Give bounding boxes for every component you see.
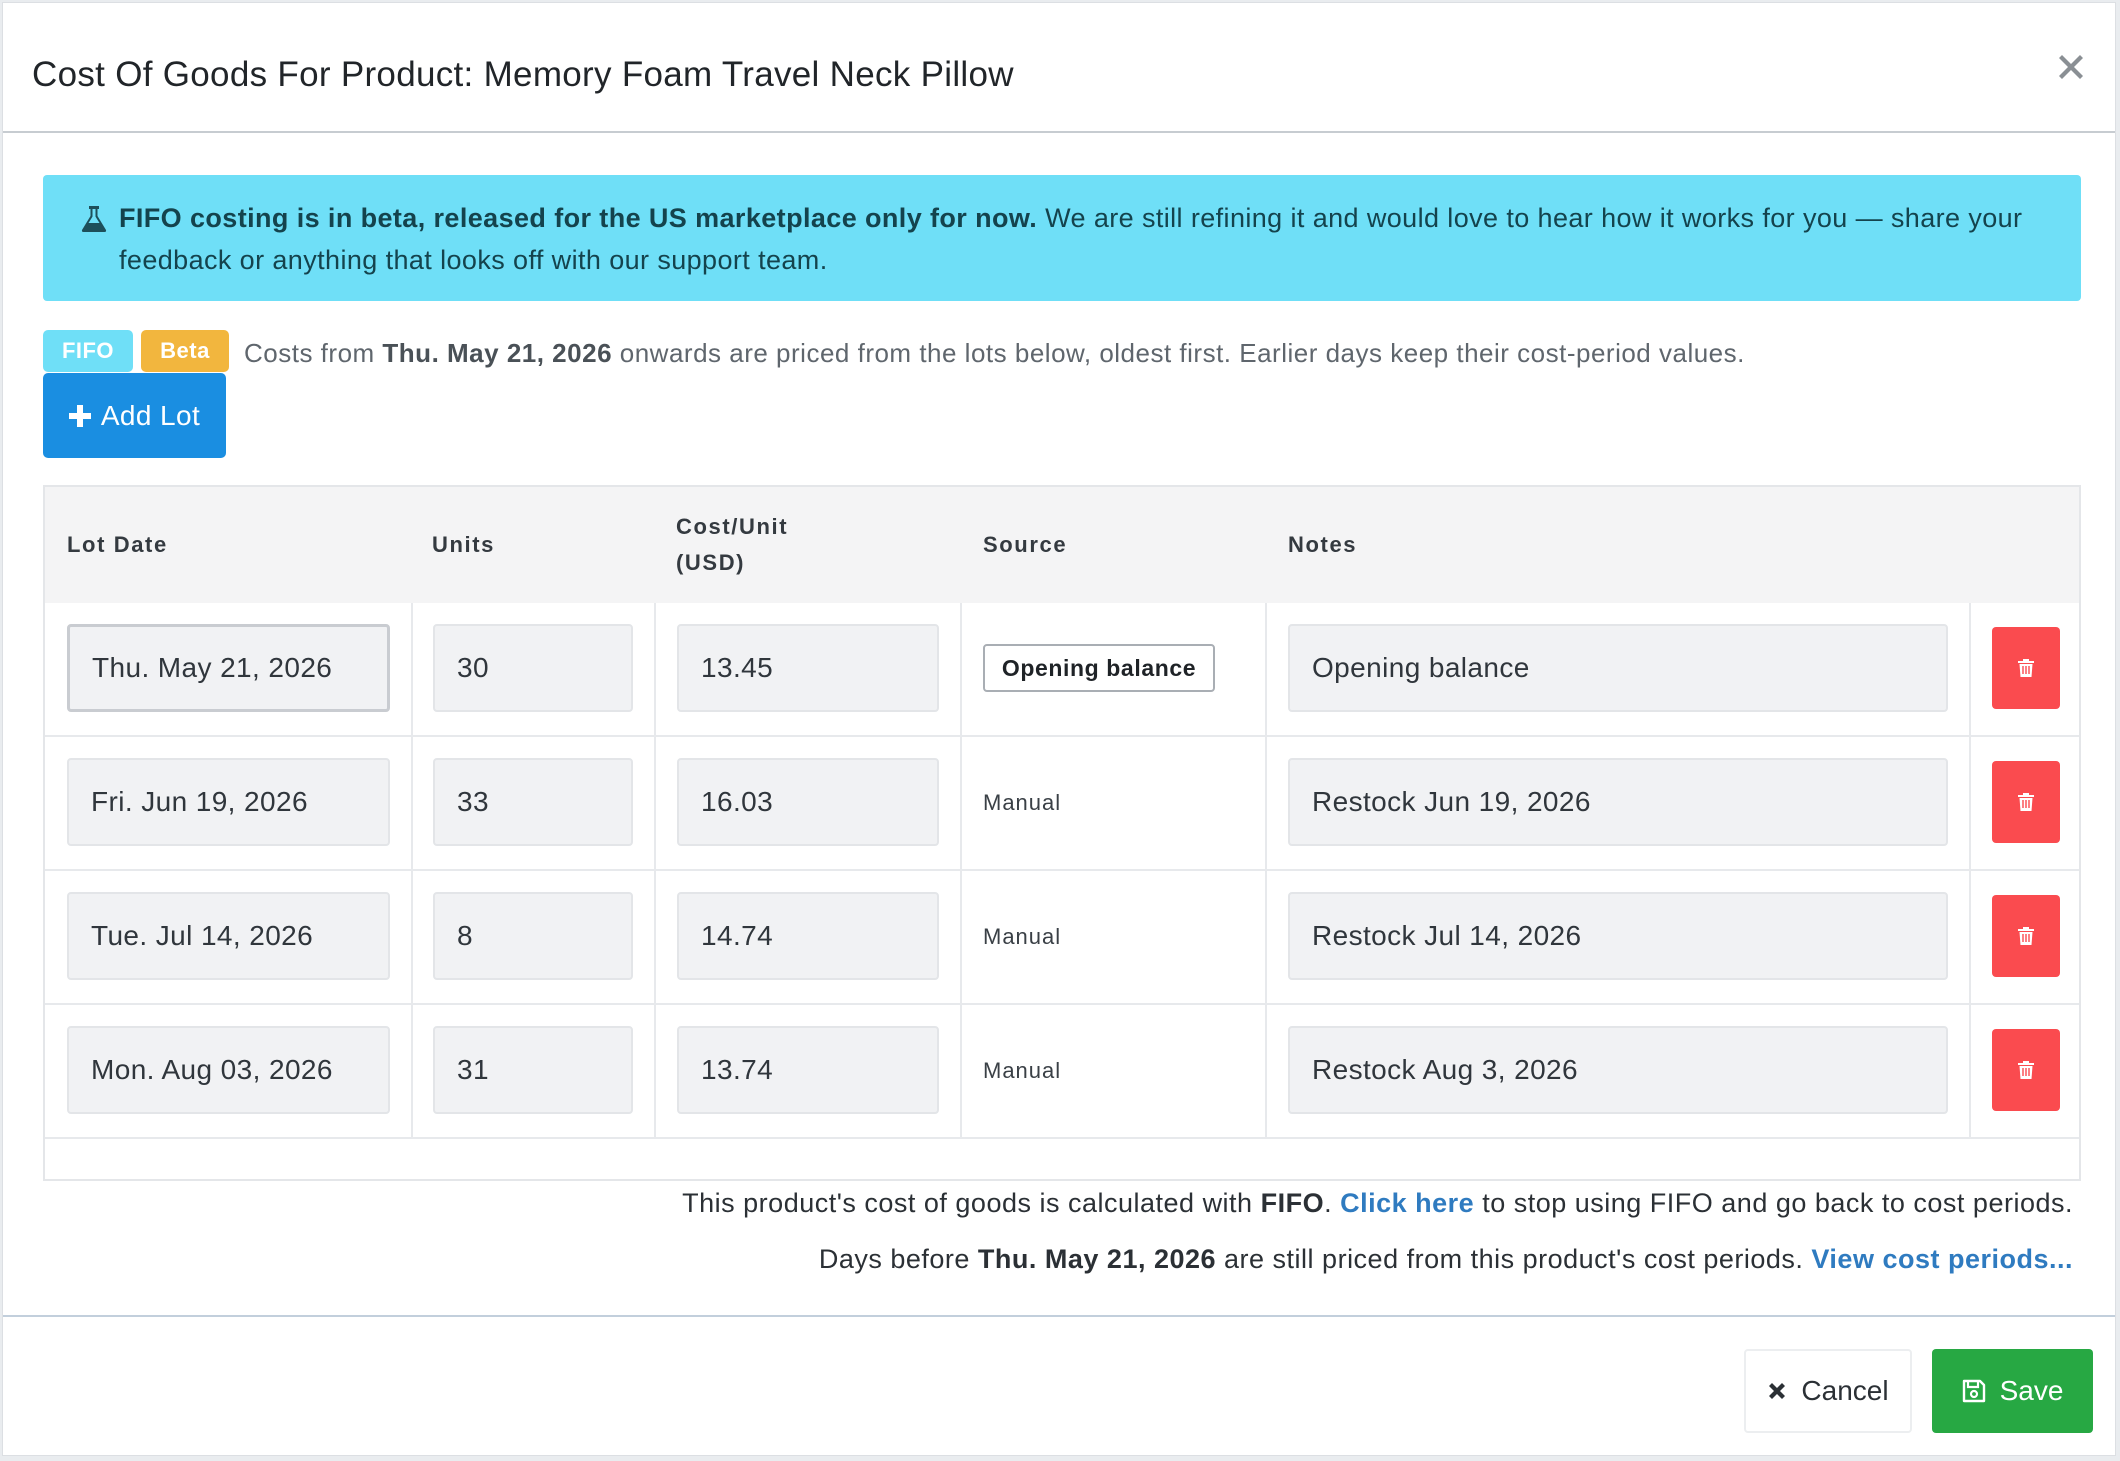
fifo-method-note: This product's cost of goods is calculat… bbox=[682, 1183, 2073, 1223]
cost-unit-field[interactable] bbox=[677, 892, 939, 980]
add-lot-button[interactable]: Add Lot bbox=[43, 373, 226, 458]
plus-icon bbox=[68, 404, 91, 427]
trash-icon bbox=[2018, 659, 2034, 677]
method-note-prefix: This product's cost of goods is calculat… bbox=[682, 1188, 1261, 1218]
cost-periods-note: Days before Thu. May 21, 2026 are still … bbox=[819, 1239, 2073, 1279]
trash-icon bbox=[2018, 1061, 2034, 1079]
method-note-suffix: to stop using FIFO and go back to cost p… bbox=[1474, 1188, 2073, 1218]
alert-bold-text: FIFO costing is in beta, released for th… bbox=[119, 203, 1038, 233]
units-field[interactable] bbox=[433, 892, 633, 980]
notes-field[interactable] bbox=[1288, 1026, 1948, 1114]
save-label: Save bbox=[1999, 1375, 2064, 1406]
modal-header: Cost Of Goods For Product: Memory Foam T… bbox=[3, 3, 2115, 133]
close-icon[interactable] bbox=[2053, 49, 2089, 85]
fifo-info-text: Costs from Thu. May 21, 2026 onwards are… bbox=[244, 333, 1745, 373]
info-suffix: onwards are priced from the lots below, … bbox=[612, 338, 1745, 368]
info-prefix: Costs from bbox=[244, 338, 383, 368]
info-date: Thu. May 21, 2026 bbox=[382, 338, 613, 368]
delete-lot-button[interactable] bbox=[1992, 761, 2060, 843]
header-notes: Notes bbox=[1288, 532, 1358, 557]
periods-note-mid: are still priced from this product's cos… bbox=[1216, 1244, 1812, 1274]
source-badge: Opening balance bbox=[983, 644, 1215, 692]
notes-field[interactable] bbox=[1288, 892, 1948, 980]
table-row: Manual bbox=[45, 737, 2079, 871]
source-text: Manual bbox=[983, 1058, 1062, 1083]
delete-lot-button[interactable] bbox=[1992, 627, 2060, 709]
lot-date-field[interactable] bbox=[67, 1026, 390, 1114]
trash-icon bbox=[2018, 793, 2034, 811]
beta-alert: FIFO costing is in beta, released for th… bbox=[43, 175, 2081, 301]
trash-icon bbox=[2018, 927, 2034, 945]
add-lot-label: Add Lot bbox=[100, 399, 201, 431]
table-header: Lot Date Units Cost/Unit (USD) Source No… bbox=[45, 487, 2079, 603]
units-field[interactable] bbox=[433, 624, 633, 712]
cancel-label: Cancel bbox=[1801, 1375, 1889, 1406]
cost-unit-field[interactable] bbox=[677, 758, 939, 846]
periods-note-date: Thu. May 21, 2026 bbox=[977, 1244, 1217, 1274]
header-source: Source bbox=[983, 532, 1068, 557]
fifo-badge: FIFO bbox=[43, 330, 133, 372]
times-icon bbox=[1769, 1383, 1786, 1399]
lot-date-field[interactable] bbox=[67, 892, 390, 980]
method-name: FIFO bbox=[1260, 1188, 1325, 1218]
stop-fifo-link[interactable]: Click here bbox=[1340, 1188, 1474, 1218]
header-cost-unit-line2: (USD) bbox=[676, 550, 746, 575]
cost-unit-field[interactable] bbox=[677, 624, 939, 712]
notes-field[interactable] bbox=[1288, 624, 1948, 712]
view-cost-periods-link[interactable]: View cost periods... bbox=[1811, 1244, 2073, 1274]
save-button[interactable]: Save bbox=[1932, 1349, 2093, 1433]
beta-badge: Beta bbox=[141, 330, 229, 372]
cost-of-goods-modal: Cost Of Goods For Product: Memory Foam T… bbox=[2, 2, 2116, 1456]
method-note-mid: . bbox=[1324, 1188, 1341, 1218]
lot-date-field[interactable] bbox=[67, 624, 390, 712]
source-text: Manual bbox=[983, 790, 1062, 815]
flask-icon bbox=[81, 206, 107, 232]
units-field[interactable] bbox=[433, 1026, 633, 1114]
modal-title: Cost Of Goods For Product: Memory Foam T… bbox=[32, 55, 1014, 94]
delete-lot-button[interactable] bbox=[1992, 1029, 2060, 1111]
delete-lot-button[interactable] bbox=[1992, 895, 2060, 977]
periods-note-prefix: Days before bbox=[818, 1244, 978, 1274]
header-lot-date: Lot Date bbox=[67, 532, 168, 557]
source-text: Manual bbox=[983, 924, 1062, 949]
lots-table: Lot Date Units Cost/Unit (USD) Source No… bbox=[43, 485, 2081, 1181]
cancel-button[interactable]: Cancel bbox=[1744, 1349, 1912, 1433]
notes-field[interactable] bbox=[1288, 758, 1948, 846]
units-field[interactable] bbox=[433, 758, 633, 846]
lot-date-field[interactable] bbox=[67, 758, 390, 846]
header-cost-unit-line1: Cost/Unit bbox=[676, 514, 789, 539]
floppy-disk-icon bbox=[1962, 1379, 1985, 1403]
modal-footer-divider bbox=[3, 1315, 2115, 1317]
header-units: Units bbox=[432, 532, 495, 557]
table-row: Manual bbox=[45, 871, 2079, 1005]
table-row: Opening balance bbox=[45, 603, 2079, 737]
header-cost-unit: Cost/Unit (USD) bbox=[676, 509, 788, 581]
table-row: Manual bbox=[45, 1005, 2079, 1139]
cost-unit-field[interactable] bbox=[677, 1026, 939, 1114]
